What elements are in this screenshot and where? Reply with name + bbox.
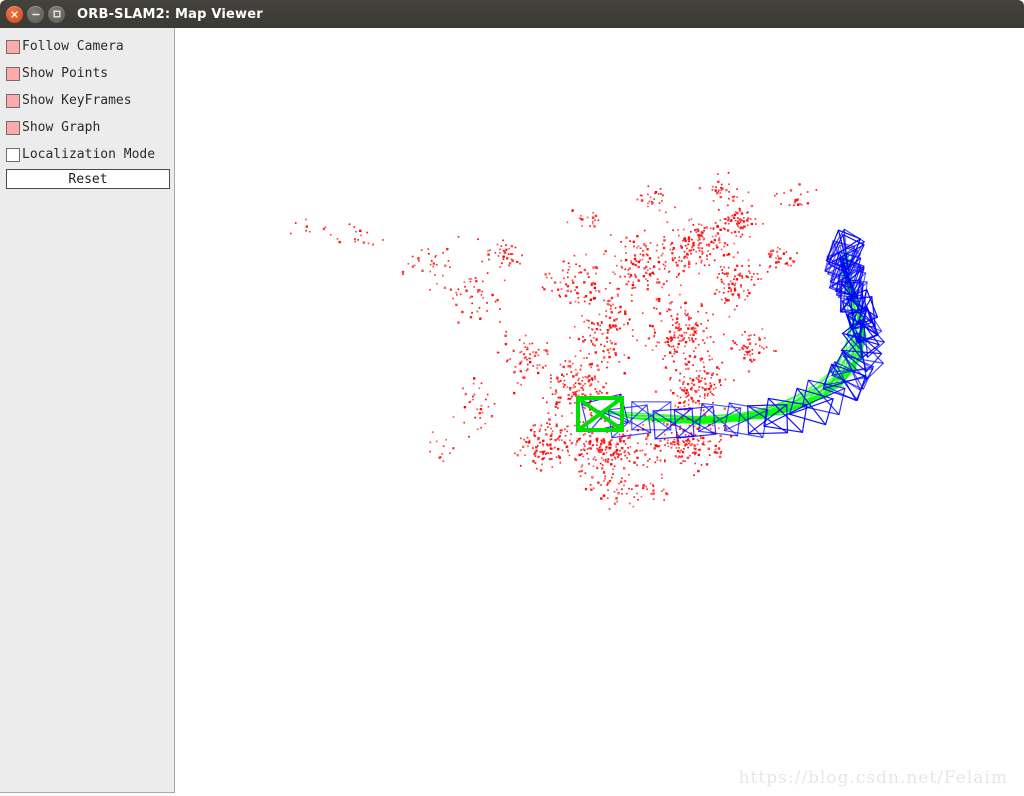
window-controls [0, 5, 65, 23]
checkbox-show-points[interactable]: Show Points [6, 65, 108, 82]
checkbox-indicator[interactable] [6, 93, 20, 108]
checkbox-label: Show KeyFrames [22, 92, 132, 108]
close-icon[interactable] [6, 5, 23, 23]
checkbox-label: Localization Mode [22, 146, 156, 162]
checkbox-label: Follow Camera [22, 38, 124, 54]
checkbox-follow-camera[interactable]: Follow Camera [6, 38, 124, 55]
checkbox-indicator[interactable] [6, 39, 20, 54]
map-render-surface[interactable] [176, 28, 1024, 796]
map-viewport[interactable] [176, 28, 1024, 796]
reset-button[interactable]: Reset [6, 169, 170, 189]
checkbox-localization-mode[interactable]: Localization Mode [6, 146, 155, 163]
checkbox-label: Show Points [22, 65, 109, 81]
map-points-layer [289, 172, 818, 510]
maximize-icon[interactable] [48, 5, 65, 23]
window-title: ORB-SLAM2: Map Viewer [77, 6, 263, 22]
window-titlebar: ORB-SLAM2: Map Viewer [0, 0, 1024, 28]
checkbox-indicator[interactable] [6, 66, 20, 81]
watermark-text: https://blog.csdn.net/Felaim [738, 768, 1008, 788]
checkbox-label: Show Graph [22, 119, 101, 135]
checkbox-show-graph[interactable]: Show Graph [6, 119, 100, 136]
control-panel: Follow Camera Show Points Show KeyFrames… [0, 28, 175, 793]
checkbox-indicator[interactable] [6, 147, 20, 162]
checkbox-indicator[interactable] [6, 120, 20, 135]
orb-slam2-window: ORB-SLAM2: Map Viewer Follow Camera Show… [0, 0, 1024, 796]
minimize-icon[interactable] [27, 5, 44, 23]
checkbox-show-keyframes[interactable]: Show KeyFrames [6, 92, 132, 109]
